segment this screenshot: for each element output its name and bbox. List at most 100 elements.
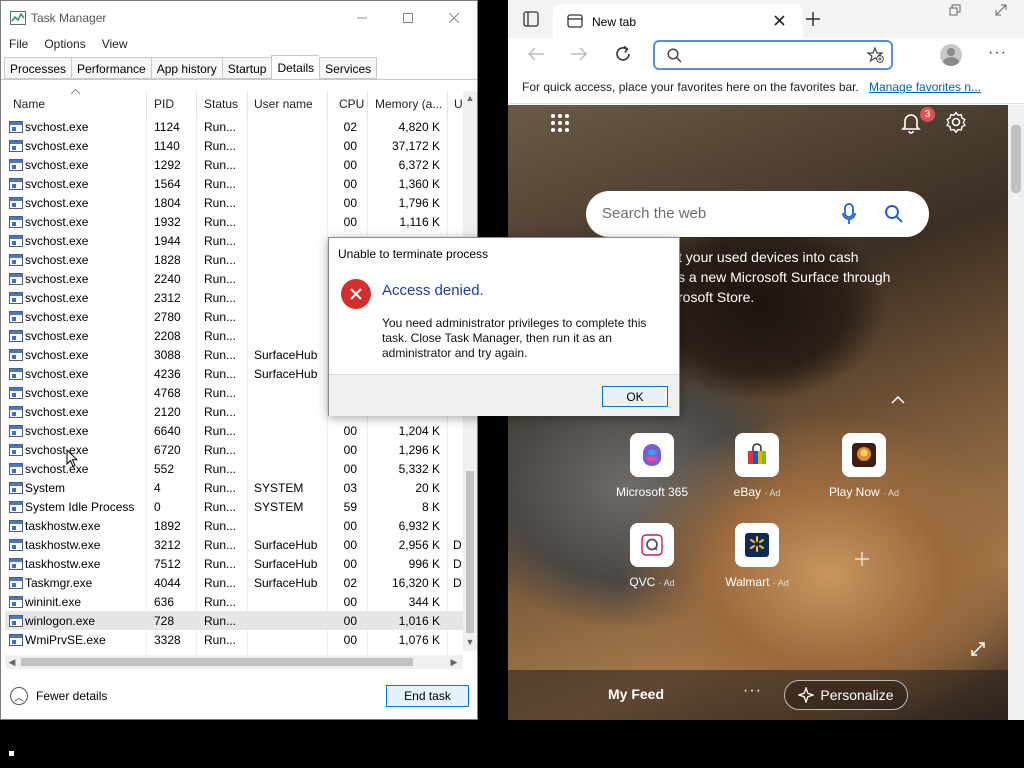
tab-performance[interactable]: Performance: [71, 57, 151, 79]
fullscreen-expand-icon[interactable]: [971, 642, 985, 656]
tab-services[interactable]: Services: [319, 57, 378, 79]
menu-file[interactable]: File: [1, 34, 36, 54]
sparkle-icon: [798, 687, 815, 703]
feed-bar: My Feed ··· Personalize: [508, 670, 1008, 720]
column-divider[interactable]: [367, 91, 368, 117]
table-row[interactable]: Taskmgr.exe 4044 Run... SurfaceHub 02 16,320 …: [5, 573, 463, 592]
table-row[interactable]: WmiPrvSE.exe 3328 Run... 00 1,076 K: [5, 630, 463, 649]
tab-app-history[interactable]: App history: [150, 57, 222, 79]
column-header-user-name[interactable]: User name: [254, 97, 313, 111]
scroll-up-icon[interactable]: ▲: [463, 93, 477, 103]
table-row[interactable]: svchost.exe 1124 Run... 02 4,820 K: [5, 117, 463, 136]
expand-icon[interactable]: [995, 4, 1007, 16]
minimize-button[interactable]: [339, 1, 385, 34]
column-divider[interactable]: [247, 91, 248, 117]
table-row[interactable]: svchost.exe 1292 Run... 00 6,372 K: [5, 155, 463, 174]
column-header-status[interactable]: Status: [204, 97, 238, 111]
cell-pid: 7512: [154, 557, 181, 571]
scrollbar-thumb[interactable]: [21, 658, 413, 666]
new-tab-plus-icon[interactable]: [805, 11, 821, 27]
column-header-pid[interactable]: PID: [154, 97, 174, 111]
table-row[interactable]: wininit.exe 636 Run... 00 344 K: [5, 592, 463, 611]
cell-status: Run...: [204, 177, 237, 191]
tab-startup[interactable]: Startup: [221, 57, 272, 79]
table-row[interactable]: taskhostw.exe 3212 Run... SurfaceHub 00 2,956…: [5, 535, 463, 554]
column-header-name[interactable]: Name: [13, 97, 45, 111]
search-icon[interactable]: [884, 204, 904, 224]
settings-gear-icon[interactable]: [945, 111, 967, 133]
quick-link-walmart[interactable]: Walmart · Ad: [712, 523, 802, 589]
cell-name: System: [25, 481, 66, 495]
close-button[interactable]: [431, 1, 477, 34]
address-bar[interactable]: [653, 40, 893, 70]
scroll-left-icon[interactable]: ◀: [5, 655, 19, 669]
tile-label: eBay: [733, 485, 761, 499]
table-row[interactable]: svchost.exe 6640 Run... 00 1,204 K: [5, 421, 463, 440]
add-favorite-star-icon[interactable]: [867, 47, 884, 63]
table-row[interactable]: svchost.exe 1932 Run... 00 1,116 K: [5, 212, 463, 231]
process-icon: [9, 235, 23, 247]
cell-pid: 2208: [154, 329, 181, 343]
cell-cpu: 03: [343, 481, 357, 495]
manage-favorites-link[interactable]: Manage favorites n...: [869, 80, 981, 94]
column-divider[interactable]: [146, 91, 147, 117]
scroll-right-icon[interactable]: ▶: [447, 655, 461, 669]
apps-grid-icon[interactable]: [550, 113, 570, 133]
cell-mem: 1,796 K: [398, 196, 440, 210]
my-feed-tab[interactable]: My Feed: [608, 686, 664, 702]
close-tab-icon[interactable]: [774, 15, 785, 26]
quick-link-microsoft-365[interactable]: Microsoft 365: [607, 433, 697, 499]
chevron-up-icon[interactable]: ︿: [10, 687, 28, 705]
ok-button[interactable]: OK: [602, 386, 668, 407]
column-divider[interactable]: [447, 91, 448, 117]
browser-tab-new-tab[interactable]: New tab: [553, 4, 803, 38]
menu-view[interactable]: View: [94, 34, 136, 54]
quick-link-play-now[interactable]: Play Now · Ad: [819, 433, 909, 499]
table-row[interactable]: svchost.exe 1564 Run... 00 1,360 K: [5, 174, 463, 193]
microphone-icon[interactable]: [842, 203, 856, 225]
quick-link-qvc[interactable]: QVC · Ad: [607, 523, 697, 589]
title-bar[interactable]: Task Manager: [1, 1, 477, 34]
profile-avatar[interactable]: [940, 44, 962, 66]
refresh-icon[interactable]: [614, 45, 632, 63]
page-scrollbar[interactable]: [1008, 105, 1024, 720]
back-arrow-icon[interactable]: [527, 46, 545, 62]
chevron-up-icon[interactable]: [891, 395, 905, 404]
promo-text[interactable]: t your used devices into cash s a new Mi…: [678, 247, 958, 307]
table-row[interactable]: svchost.exe 1140 Run... 00 37,172 K: [5, 136, 463, 155]
add-site-plus-icon[interactable]: [854, 551, 870, 567]
scroll-down-icon[interactable]: ▼: [463, 637, 477, 647]
scrollbar-thumb[interactable]: [466, 471, 474, 633]
notifications-bell-icon[interactable]: [901, 112, 921, 134]
column-header-cpu[interactable]: CPU: [339, 97, 364, 111]
column-header-u[interactable]: U: [454, 97, 463, 111]
table-row[interactable]: taskhostw.exe 1892 Run... 00 6,932 K: [5, 516, 463, 535]
maximize-button[interactable]: [385, 1, 431, 34]
quick-link-ebay[interactable]: eBay · Ad: [712, 433, 802, 499]
menu-options[interactable]: Options: [36, 34, 93, 54]
personalize-button[interactable]: Personalize: [784, 680, 908, 710]
feed-more-options-icon[interactable]: ···: [743, 682, 762, 700]
forward-arrow-icon[interactable]: [570, 46, 588, 62]
restore-icon[interactable]: [949, 4, 961, 16]
favorites-bar-hint: For quick access, place your favorites h…: [522, 80, 859, 94]
table-row[interactable]: System Idle Process 0 Run... SYSTEM 59 8 K: [5, 497, 463, 516]
column-divider[interactable]: [327, 91, 328, 117]
more-options-icon[interactable]: ···: [988, 44, 1007, 62]
fewer-details-link[interactable]: Fewer details: [36, 689, 107, 703]
cell-status: Run...: [204, 538, 237, 552]
scrollbar-thumb[interactable]: [1011, 125, 1021, 193]
tab-details[interactable]: Details: [271, 55, 320, 79]
table-row[interactable]: taskhostw.exe 7512 Run... SurfaceHub 00 996 K…: [5, 554, 463, 573]
column-header-memory[interactable]: Memory (a...: [375, 97, 442, 111]
tab-processes[interactable]: Processes: [4, 57, 72, 79]
table-row[interactable]: svchost.exe 1804 Run... 00 1,796 K: [5, 193, 463, 212]
table-row[interactable]: winlogon.exe 728 Run... 00 1,016 K: [5, 611, 463, 630]
tab-actions-icon[interactable]: [523, 11, 539, 27]
web-search-box[interactable]: Search the web: [586, 191, 929, 237]
table-row[interactable]: System 4 Run... SYSTEM 03 20 K: [5, 478, 463, 497]
horizontal-scrollbar[interactable]: ◀ ▶: [5, 655, 463, 669]
cell-name: svchost.exe: [25, 177, 89, 191]
end-task-button[interactable]: End task: [386, 685, 469, 707]
column-divider[interactable]: [196, 91, 197, 117]
